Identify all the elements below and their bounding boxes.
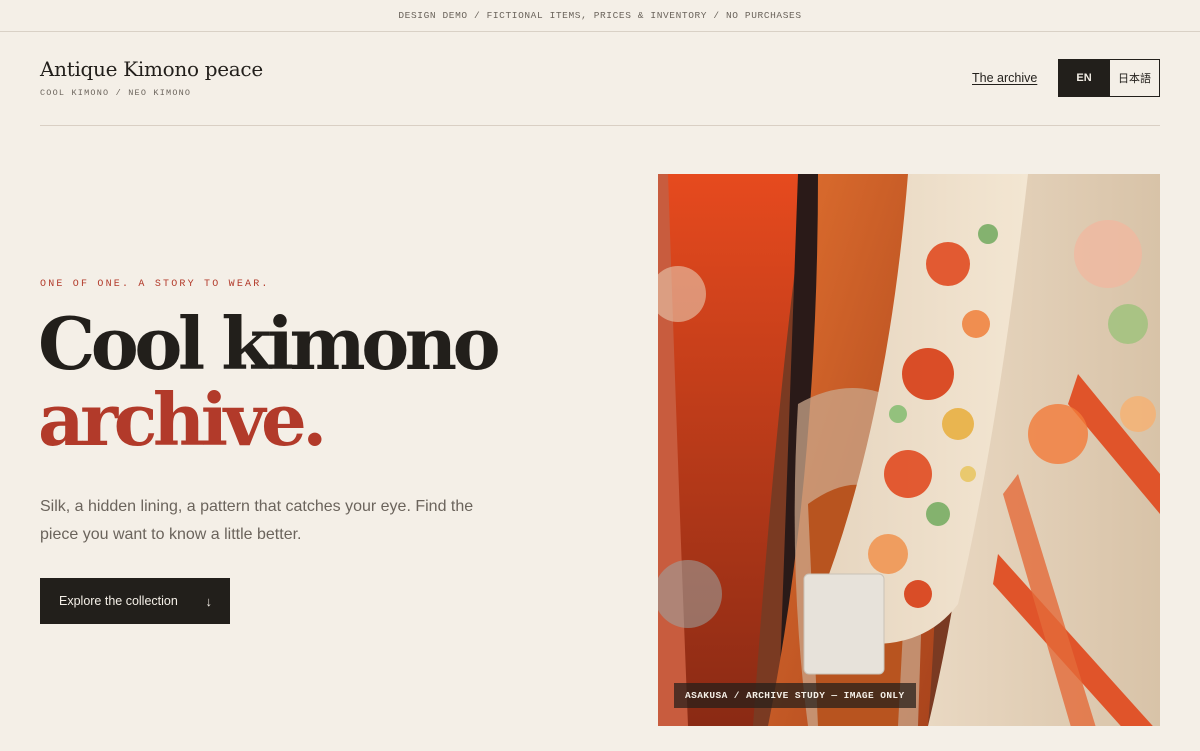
brand-subtitle: COOL KIMONO / NEO KIMONO: [40, 88, 192, 98]
lang-en-button[interactable]: EN: [1059, 60, 1109, 96]
hero-headline: Cool kimono archive.: [38, 301, 501, 462]
lang-ja-button[interactable]: 日本語: [1109, 60, 1159, 96]
demo-banner-text: DESIGN DEMO / FICTIONAL ITEMS, PRICES & …: [398, 10, 802, 21]
kimono-photo-illustration: [658, 174, 1160, 726]
explore-collection-button[interactable]: Explore the collection ↓: [40, 578, 230, 624]
demo-banner: DESIGN DEMO / FICTIONAL ITEMS, PRICES & …: [0, 0, 1200, 32]
headline-line-2: archive.: [38, 377, 327, 462]
explore-collection-label: Explore the collection: [59, 594, 178, 608]
site-header: Antique Kimono peace COOL KIMONO / NEO K…: [40, 32, 1160, 126]
hero-lede: Silk, a hidden lining, a pattern that ca…: [40, 498, 474, 543]
arrow-down-icon: ↓: [205, 593, 213, 609]
headline-line-1: Cool kimono: [38, 301, 501, 386]
hero-kimono-image: ASAKUSA / ARCHIVE STUDY — IMAGE ONLY: [658, 174, 1160, 726]
brand-title[interactable]: Antique Kimono peace: [40, 57, 263, 81]
language-switcher: EN 日本語: [1058, 59, 1160, 97]
image-caption: ASAKUSA / ARCHIVE STUDY — IMAGE ONLY: [674, 683, 916, 708]
hero-eyebrow: ONE OF ONE. A STORY TO WEAR.: [40, 279, 270, 290]
archive-link[interactable]: The archive: [972, 71, 1037, 85]
